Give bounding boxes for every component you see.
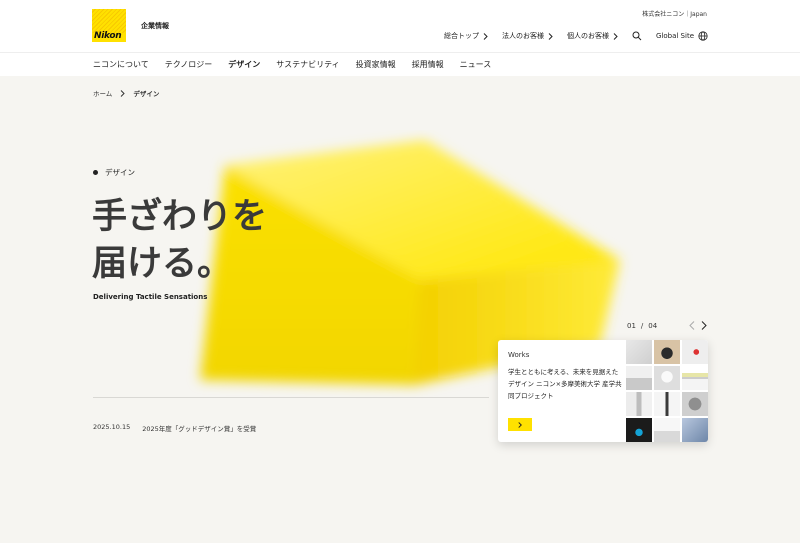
thumbnail-image (654, 392, 680, 416)
breadcrumb-current: デザイン (133, 90, 160, 98)
chevron-right-icon (613, 32, 618, 40)
news-title: 2025年度「グッドデザイン賞」を受賞 (142, 425, 257, 433)
main-nav-item[interactable]: 採用情報 (412, 59, 444, 70)
main-nav: ニコンについて テクノロジー デザイン サステナビリティ 投資家情報 採用情報 ニュース (0, 52, 800, 76)
bullet-dot-icon (93, 170, 98, 175)
news-date: 2025.10.15 (93, 423, 131, 431)
main-nav-item[interactable]: テクノロジー (165, 59, 213, 70)
works-description: 学生とともに考える、未来を見据えたデザイン ニコン×多摩美術大学 産学共同プロジ… (508, 368, 622, 400)
pager-arrows (689, 321, 707, 330)
works-more-button[interactable] (508, 418, 532, 431)
news-item[interactable]: 2025.10.15 2025年度「グッドデザイン賞」を受賞 (93, 423, 256, 433)
thumbnail-image (626, 340, 652, 364)
util-link-label: 総合トップ (444, 32, 479, 40)
hero-title-line-2: 届ける。 (92, 244, 233, 284)
hero-title-line-1: 手ざわりを (92, 197, 268, 237)
thumbnail-image (626, 418, 652, 442)
works-tag: Works (508, 351, 530, 359)
logo-text: Nikon (94, 31, 122, 41)
slide-pager: 01 / 04 (627, 322, 657, 330)
company-region-link[interactable]: 株式会社ニコン｜Japan (642, 9, 707, 18)
globe-icon (698, 31, 708, 41)
main-nav-item[interactable]: ニュース (460, 59, 492, 70)
main-nav-item[interactable]: ニコンについて (93, 59, 149, 70)
main-nav-item[interactable]: サステナビリティ (276, 59, 339, 70)
util-link-personal[interactable]: 個人のお客様 (567, 31, 618, 41)
pager-separator: / (640, 322, 644, 330)
thumbnail-image (682, 340, 708, 364)
breadcrumb: ホーム デザイン (93, 88, 159, 98)
util-link-top[interactable]: 総合トップ (444, 31, 488, 41)
search-icon (632, 31, 642, 41)
chevron-right-icon[interactable] (701, 321, 707, 330)
chevron-right-icon (548, 32, 553, 40)
section-label-text: デザイン (105, 168, 135, 177)
chevron-left-icon[interactable] (689, 321, 695, 330)
site-header: Nikon 企業情報 株式会社ニコン｜Japan 総合トップ 法人のお客様 個人… (0, 0, 800, 52)
thumbnail-image (654, 418, 680, 442)
util-link-label: 法人のお客様 (502, 32, 544, 40)
global-site-label: Global Site (656, 32, 694, 40)
corporate-label[interactable]: 企業情報 (141, 21, 169, 31)
thumbnail-image (654, 366, 680, 390)
chevron-right-icon (518, 421, 522, 428)
pager-current: 01 (627, 322, 636, 330)
works-card[interactable]: Works 学生とともに考える、未来を見据えたデザイン ニコン×多摩美術大学 産… (498, 340, 708, 442)
util-link-business[interactable]: 法人のお客様 (502, 31, 553, 41)
main-nav-item[interactable]: デザイン (228, 59, 260, 70)
logo-rays (92, 9, 126, 33)
hero-title: 手ざわりを 届ける。 (92, 194, 267, 288)
util-link-label: 個人のお客様 (567, 32, 609, 40)
thumbnail-image (682, 392, 708, 416)
thumbnail-image (626, 392, 652, 416)
global-site-link[interactable]: Global Site (656, 31, 708, 41)
thumbnail-image (626, 366, 652, 390)
nikon-logo[interactable]: Nikon (92, 9, 126, 42)
hero-subtitle: Delivering Tactile Sensations (93, 293, 208, 301)
main-nav-item[interactable]: 投資家情報 (356, 59, 396, 70)
section-label: デザイン (93, 167, 135, 178)
chevron-right-icon (120, 89, 126, 97)
works-thumbnail-grid (626, 340, 708, 442)
breadcrumb-home[interactable]: ホーム (93, 88, 112, 98)
thumbnail-image (682, 418, 708, 442)
chevron-right-icon (483, 32, 488, 40)
main-nav-list: ニコンについて テクノロジー デザイン サステナビリティ 投資家情報 採用情報 ニュース (93, 59, 491, 70)
search-button[interactable] (632, 31, 642, 41)
thumbnail-image (682, 366, 708, 390)
divider (93, 397, 489, 398)
thumbnail-image (654, 340, 680, 364)
utility-nav: 総合トップ 法人のお客様 個人のお客様 Global Site (444, 31, 708, 41)
pager-total: 04 (648, 322, 658, 330)
